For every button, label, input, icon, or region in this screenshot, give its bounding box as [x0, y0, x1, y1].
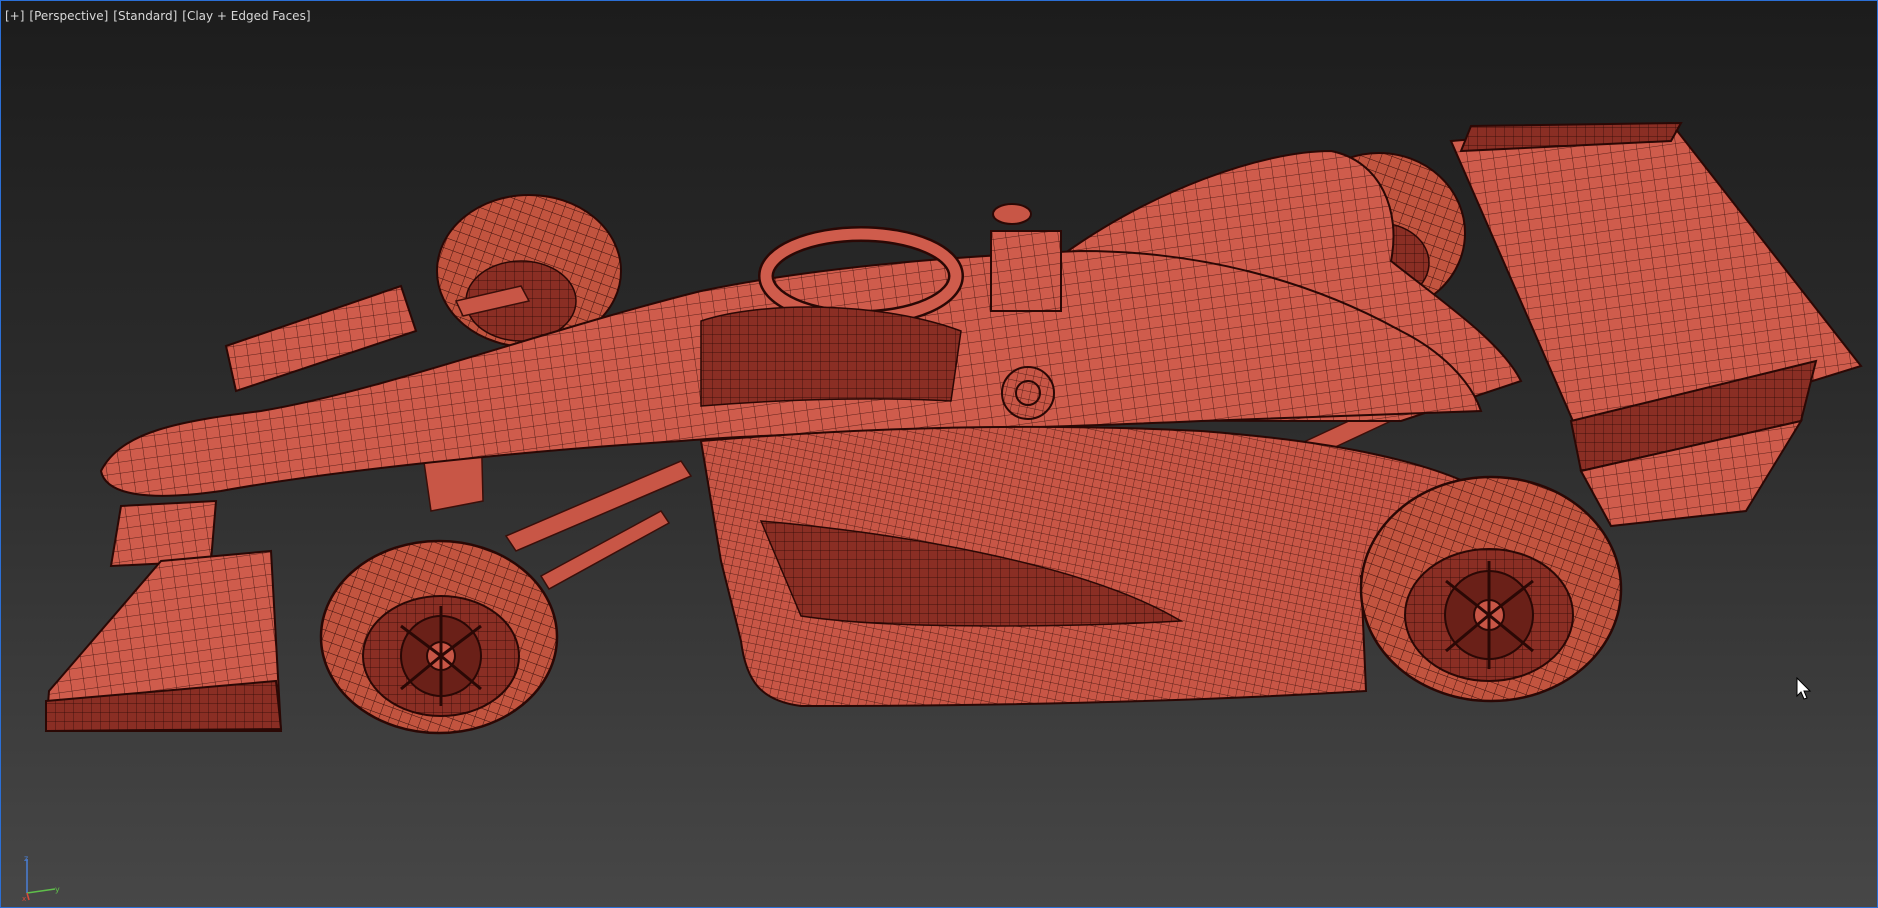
car-body — [99, 149, 1523, 708]
front-right-tire — [319, 539, 559, 735]
rear-right-tire — [1359, 475, 1623, 703]
perspective-viewport[interactable]: [+] [Perspective] [Standard] [Clay + Edg… — [0, 0, 1878, 908]
axis-z-label: z — [24, 854, 28, 863]
mouse-cursor-icon — [1796, 677, 1812, 700]
rear-wing — [1449, 121, 1863, 528]
axis-x-label: x — [22, 895, 26, 901]
axis-y-label: y — [55, 885, 60, 894]
axis-tripod-icon: z y x — [22, 854, 60, 901]
race-car-model[interactable] — [1, 1, 1877, 907]
